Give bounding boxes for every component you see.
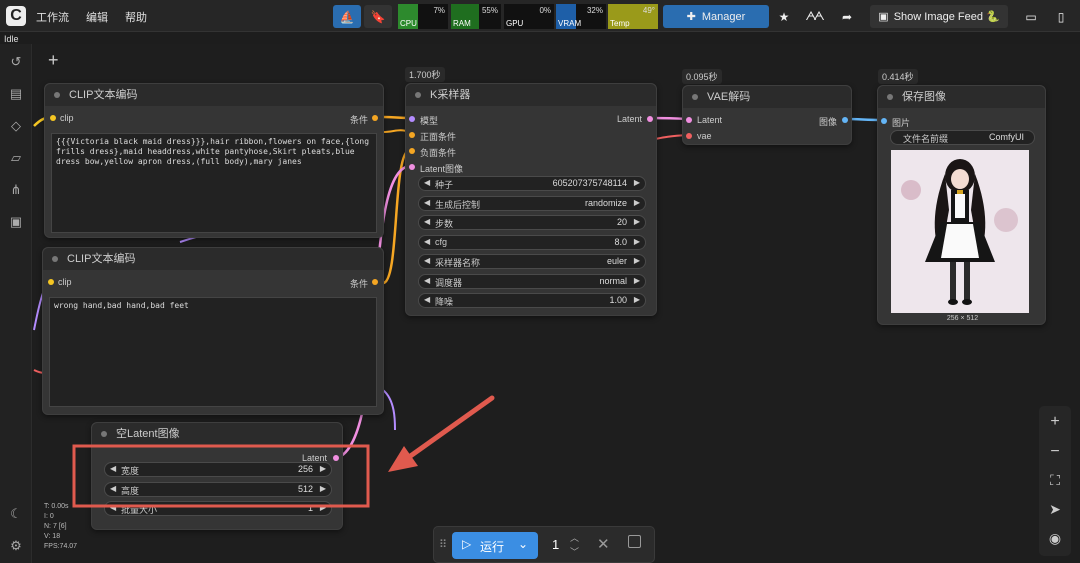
stat-line: FPS:74.07 <box>44 543 78 550</box>
annotation-arrow-shaft <box>399 395 495 465</box>
cancel-icon[interactable]: ✕ <box>597 535 610 553</box>
stat-line: N: 7 [6] <box>44 523 67 530</box>
annotation-arrow-head <box>388 446 418 472</box>
run-label: 运行 <box>480 540 505 554</box>
run-toolbar: ⠿ ▷ 运行 ⌄ 1 ︿ ﹀ ✕ <box>433 526 655 563</box>
comfyui-app: C 工作流 编辑 帮助 ⛵ 🔖 ✚ Manager ★ ᗅ ᗅ ➦ ▣ Show… <box>0 0 1080 563</box>
stop-icon[interactable] <box>628 535 641 548</box>
run-button[interactable]: ▷ 运行 ⌄ <box>452 532 538 559</box>
fit-view-icon[interactable]: ⛶ <box>1047 472 1063 489</box>
stat-line: T: 0.00s <box>44 503 69 510</box>
stat-line: I: 0 <box>44 513 54 520</box>
zoom-in-icon[interactable]: + <box>1047 413 1063 431</box>
batch-count-input[interactable]: 1 <box>552 537 559 552</box>
render-stats: T: 0.00s I: 0 N: 7 [6] V: 18 FPS:74.07 <box>44 502 77 552</box>
count-up-icon[interactable]: ︿ <box>570 531 579 544</box>
stat-line: V: 18 <box>44 533 61 540</box>
zoom-out-icon[interactable]: − <box>1047 443 1063 461</box>
visibility-eye-icon[interactable]: ◉ <box>1047 530 1063 547</box>
canvas-controls: + − ⛶ ➤ ◉ <box>1039 406 1071 556</box>
annotation-overlay <box>72 395 495 508</box>
pointer-icon[interactable]: ➤ <box>1047 501 1063 518</box>
chevron-down-icon[interactable]: ⌄ <box>518 537 528 551</box>
count-down-icon[interactable]: ﹀ <box>570 545 579 558</box>
highlight-box <box>72 444 370 508</box>
drag-handle-icon[interactable]: ⠿ <box>439 538 447 551</box>
play-icon: ▷ <box>462 537 472 551</box>
